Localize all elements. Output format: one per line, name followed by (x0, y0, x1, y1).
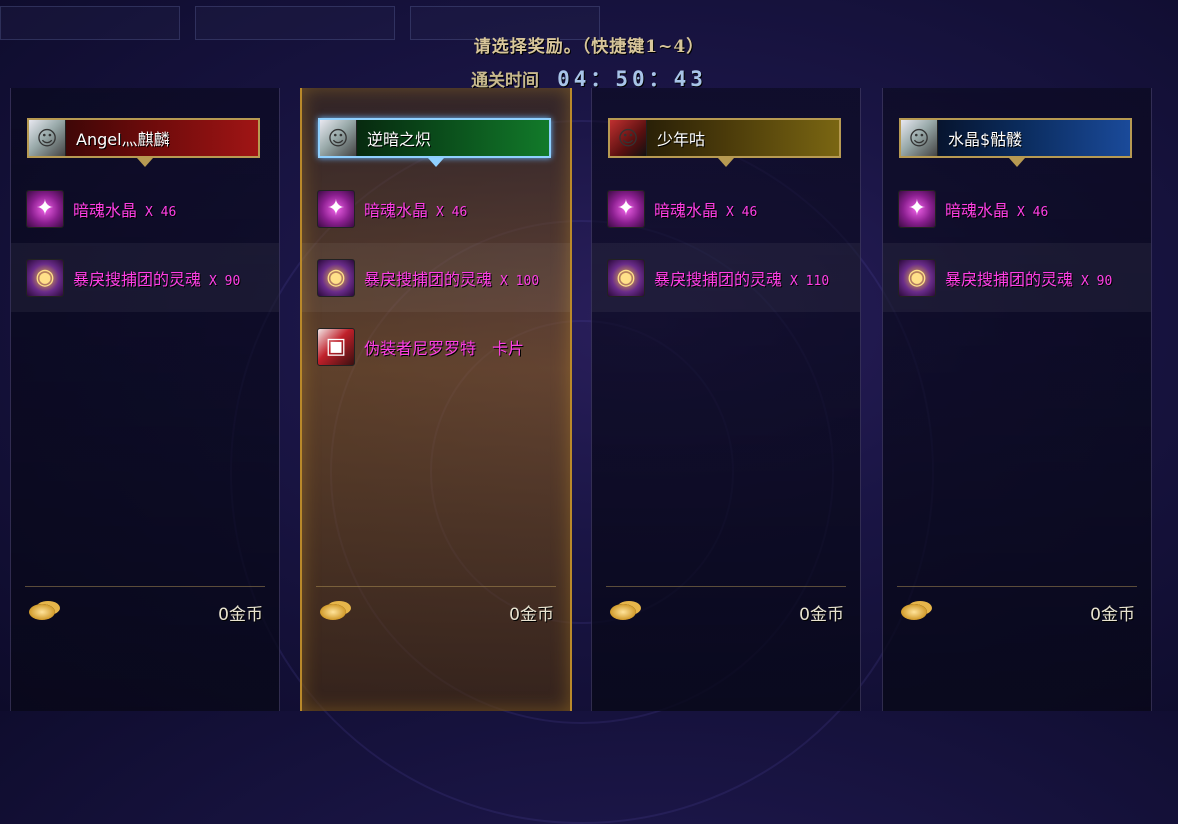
reward-panel-2[interactable]: ☺ 逆暗之炽 ✦ 暗魂水晶 X 46 ◉ 暴戾搜捕团的灵魂 X 100 ▣ 伪装者尼… (300, 88, 572, 711)
crystal-icon: ✦ (607, 189, 645, 228)
item-qty: X 46 (145, 204, 177, 220)
reward-panel-1[interactable]: ☺ Angel灬麒麟 ✦ 暗魂水晶 X 46 ◉ 暴戾搜捕团的灵魂 X 90 0金币 (10, 88, 280, 711)
item-name: 伪装者尼罗罗特 卡片 (364, 338, 525, 358)
item-label: 暴戾搜捕团的灵魂 X 100 (364, 266, 539, 290)
player-portrait: ☺ (901, 120, 938, 156)
player-portrait: ☺ (29, 120, 66, 156)
reward-prompt: 请选择奖励。（快捷键1~4） (473, 37, 705, 57)
item-label: 暗魂水晶 X 46 (945, 197, 1048, 221)
gold-footer: 0金币 (897, 586, 1137, 637)
soul-icon: ◉ (26, 258, 64, 297)
item-qty: X 46 (436, 204, 468, 220)
item-name: 暗魂水晶 (73, 200, 138, 220)
player-name-bar: ☺ Angel灬麒麟 (27, 118, 260, 167)
item-name: 暗魂水晶 (654, 200, 719, 220)
coin-icon (320, 604, 346, 620)
item-label: 暴戾搜捕团的灵魂 X 90 (73, 266, 240, 290)
name-pointer (137, 158, 153, 167)
player-name: 水晶$骷髅 (948, 130, 1023, 149)
crystal-icon: ✦ (317, 189, 355, 228)
reward-list: ✦ 暗魂水晶 X 46 ◉ 暴戾搜捕团的灵魂 X 90 (11, 174, 279, 312)
item-name: 暴戾搜捕团的灵魂 (73, 269, 202, 289)
reward-list: ✦ 暗魂水晶 X 46 ◉ 暴戾搜捕团的灵魂 X 90 (883, 174, 1151, 312)
item-qty: X 46 (726, 204, 758, 220)
item-label: 伪装者尼罗罗特 卡片 (364, 335, 524, 359)
item-qty: X 90 (209, 273, 241, 289)
reward-item[interactable]: ◉ 暴戾搜捕团的灵魂 X 90 (883, 243, 1151, 312)
item-name: 暗魂水晶 (945, 200, 1010, 220)
player-name: Angel灬麒麟 (76, 130, 170, 149)
name-pointer (718, 158, 734, 167)
item-name: 暗魂水晶 (364, 200, 429, 220)
item-label: 暗魂水晶 X 46 (73, 197, 176, 221)
item-label: 暴戾搜捕团的灵魂 X 110 (654, 266, 829, 290)
reward-item[interactable]: ✦ 暗魂水晶 X 46 (883, 174, 1151, 243)
reward-item[interactable]: ✦ 暗魂水晶 X 46 (592, 174, 860, 243)
coin-icon (901, 604, 927, 620)
item-name: 暴戾搜捕团的灵魂 (945, 269, 1074, 289)
soul-icon: ◉ (607, 258, 645, 297)
item-qty: X 110 (790, 273, 830, 289)
reward-panel-3[interactable]: ☺ 少年咕 ✦ 暗魂水晶 X 46 ◉ 暴戾搜捕团的灵魂 X 110 0金币 (591, 88, 861, 711)
reward-item[interactable]: ◉ 暴戾搜捕团的灵魂 X 110 (592, 243, 860, 312)
gold-amount: 0金币 (218, 604, 263, 625)
player-portrait: ☺ (610, 120, 647, 156)
player-name-bar: ☺ 水晶$骷髅 (899, 118, 1132, 167)
item-qty: X 90 (1081, 273, 1113, 289)
item-label: 暗魂水晶 X 46 (364, 197, 467, 221)
reward-item[interactable]: ✦ 暗魂水晶 X 46 (11, 174, 279, 243)
gold-footer: 0金币 (25, 586, 265, 637)
item-qty: X 46 (1017, 204, 1049, 220)
name-pointer (428, 158, 444, 167)
crystal-icon: ✦ (26, 189, 64, 228)
crystal-icon: ✦ (898, 189, 936, 228)
gold-footer: 0金币 (316, 586, 556, 637)
name-pointer (1009, 158, 1025, 167)
coin-icon (29, 604, 55, 620)
gold-amount: 0金币 (509, 604, 554, 625)
item-name: 暴戾搜捕团的灵魂 (364, 269, 493, 289)
reward-item[interactable]: ▣ 伪装者尼罗罗特 卡片 (302, 312, 570, 381)
reward-list: ✦ 暗魂水晶 X 46 ◉ 暴戾搜捕团的灵魂 X 100 ▣ 伪装者尼罗罗特 卡片 (302, 174, 570, 381)
reward-item[interactable]: ✦ 暗魂水晶 X 46 (302, 174, 570, 243)
gold-amount: 0金币 (1090, 604, 1135, 625)
gold-amount: 0金币 (799, 604, 844, 625)
player-name-bar: ☺ 少年咕 (608, 118, 841, 167)
item-label: 暗魂水晶 X 46 (654, 197, 757, 221)
player-portrait: ☺ (320, 120, 357, 156)
soul-icon: ◉ (317, 258, 355, 297)
gold-footer: 0金币 (606, 586, 846, 637)
soul-icon: ◉ (898, 258, 936, 297)
reward-header: 请选择奖励。（快捷键1~4） 通关时间 04：50：43 (0, 32, 1178, 93)
reward-panel-4[interactable]: ☺ 水晶$骷髅 ✦ 暗魂水晶 X 46 ◉ 暴戾搜捕团的灵魂 X 90 0金币 (882, 88, 1152, 711)
reward-item[interactable]: ◉ 暴戾搜捕团的灵魂 X 100 (302, 243, 570, 312)
reward-list: ✦ 暗魂水晶 X 46 ◉ 暴戾搜捕团的灵魂 X 110 (592, 174, 860, 312)
item-label: 暴戾搜捕团的灵魂 X 90 (945, 266, 1112, 290)
card-icon: ▣ (317, 327, 355, 366)
player-name-bar: ☺ 逆暗之炽 (318, 118, 551, 167)
reward-item[interactable]: ◉ 暴戾搜捕团的灵魂 X 90 (11, 243, 279, 312)
coin-icon (610, 604, 636, 620)
player-name: 少年咕 (657, 130, 706, 149)
item-name: 暴戾搜捕团的灵魂 (654, 269, 783, 289)
player-name: 逆暗之炽 (367, 130, 432, 149)
item-qty: X 100 (500, 273, 540, 289)
